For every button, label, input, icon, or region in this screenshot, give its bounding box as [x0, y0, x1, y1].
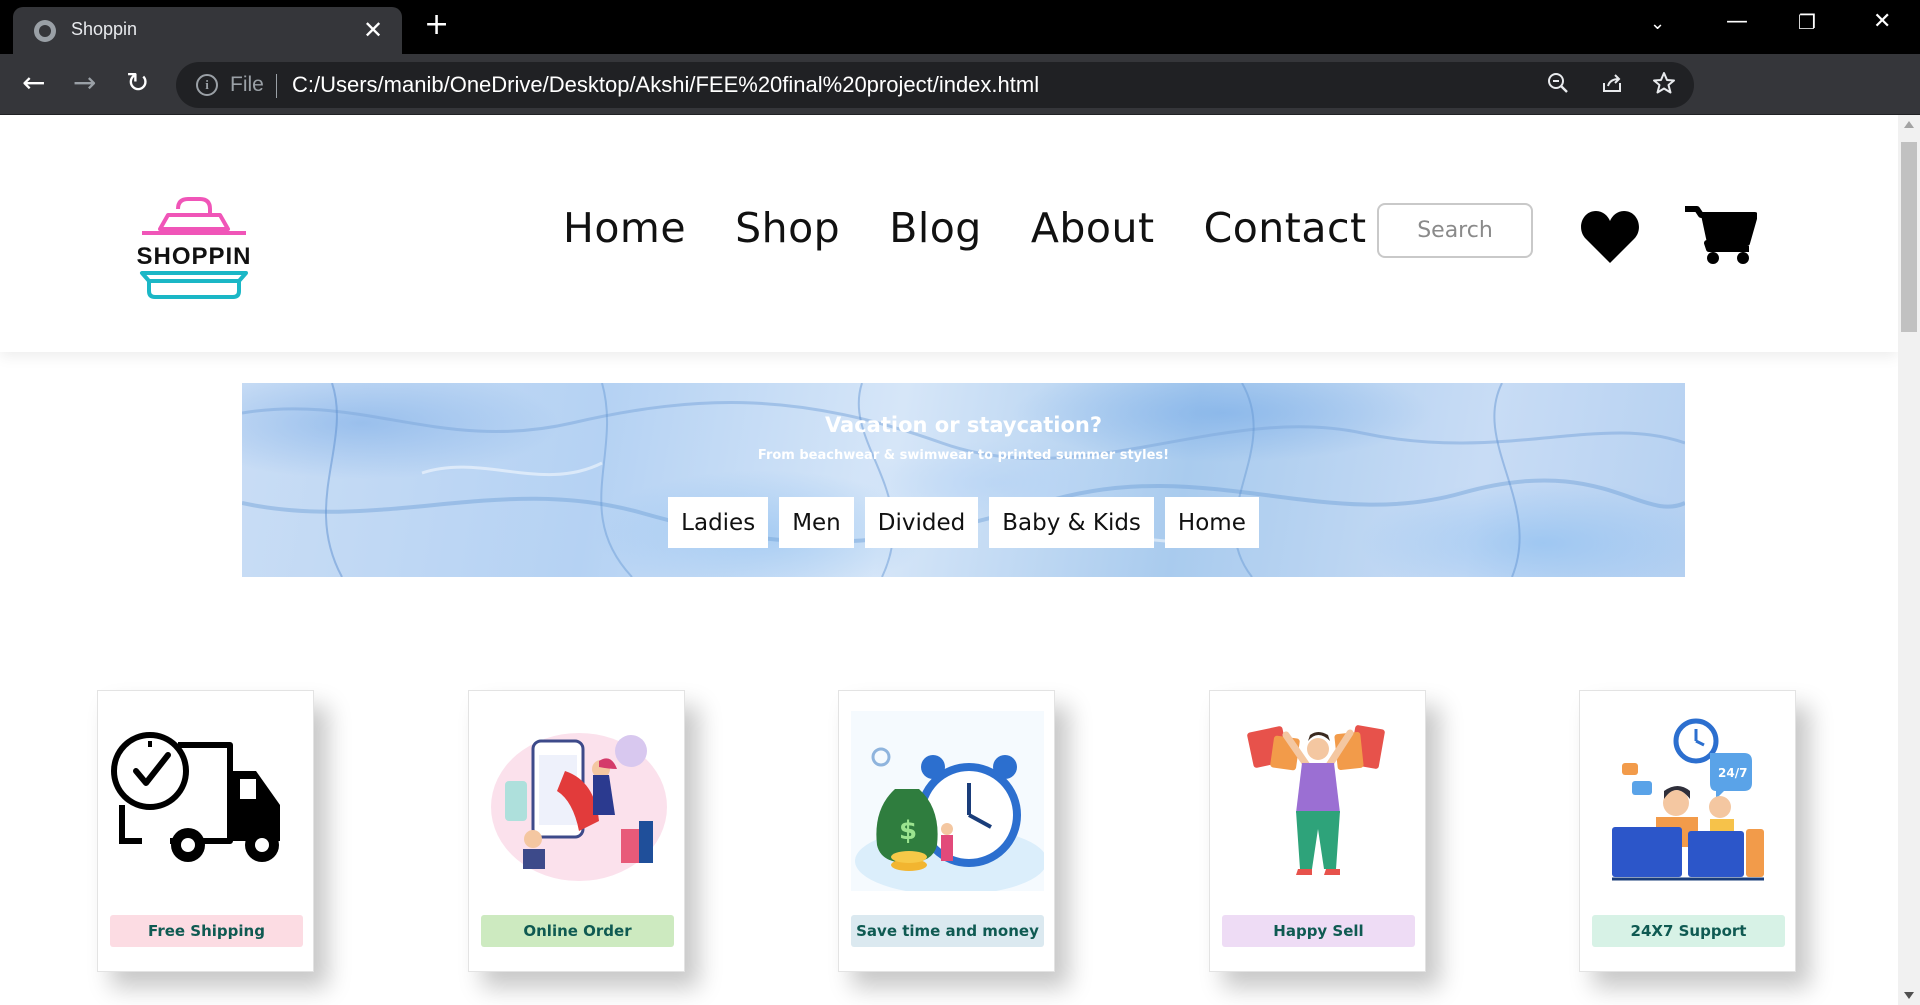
nav-home[interactable]: Home [563, 203, 686, 253]
share-icon[interactable] [1600, 71, 1624, 103]
feature-label: Online Order [481, 915, 674, 947]
scroll-up-arrow-icon[interactable] [1904, 121, 1914, 128]
logo-text: SHOPPIN [136, 243, 252, 270]
browser-tab-strip: Shoppin ✕ + ⌄ — ❐ ✕ [0, 0, 1920, 54]
online-order-illustration [491, 733, 667, 881]
restore-window-icon[interactable]: ❐ [1798, 10, 1816, 34]
save-time-money-illustration: $ [851, 711, 1044, 891]
page-scrollbar[interactable] [1898, 115, 1920, 1005]
category-divided-button[interactable]: Divided [864, 497, 979, 548]
feature-card-24x7-support[interactable]: 24/7 24X7 Support [1579, 690, 1796, 972]
site-header: SHOPPIN Home Shop Blog About Contact [0, 115, 1898, 352]
scroll-thumb[interactable] [1901, 142, 1917, 332]
new-tab-button[interactable]: + [424, 10, 449, 40]
nav-contact[interactable]: Contact [1204, 203, 1367, 253]
feature-card-online-order[interactable]: Online Order [468, 690, 685, 972]
svg-text:$: $ [899, 816, 917, 846]
category-home-button[interactable]: Home [1164, 497, 1259, 548]
zoom-icon[interactable] [1546, 71, 1570, 103]
banner-subtitle: From beachwear & swimwear to printed sum… [757, 448, 1170, 463]
scroll-down-arrow-icon[interactable] [1904, 992, 1914, 999]
globe-icon [34, 20, 56, 42]
banner-title: Vacation or staycation? [824, 413, 1103, 437]
browser-toolbar: ← → ↻ i File C:/Users/manib/OneDrive/Des… [0, 54, 1920, 153]
banner-category-buttons: Ladies Men Divided Baby & Kids Home [242, 497, 1685, 548]
address-divider [276, 74, 277, 98]
bookmark-star-icon[interactable] [1652, 71, 1676, 103]
minimize-window-icon[interactable]: — [1726, 10, 1748, 34]
search-input[interactable] [1377, 203, 1533, 258]
shoppin-logo[interactable]: SHOPPIN [128, 189, 260, 305]
feature-card-free-shipping[interactable]: Free Shipping [97, 690, 314, 972]
happy-shopper-illustration [1247, 725, 1385, 875]
feature-label: 24X7 Support [1592, 915, 1785, 947]
nav-about[interactable]: About [1031, 203, 1155, 253]
info-icon[interactable]: i [196, 74, 218, 96]
category-baby-kids-button[interactable]: Baby & Kids [989, 497, 1154, 548]
browser-tab[interactable]: Shoppin ✕ [13, 7, 402, 54]
back-arrow-icon[interactable]: ← [22, 68, 45, 98]
tab-title: Shoppin [71, 19, 138, 39]
feature-label: Save time and money [851, 915, 1044, 947]
close-tab-icon[interactable]: ✕ [363, 15, 383, 45]
svg-text:24/7: 24/7 [1718, 766, 1747, 780]
reload-icon[interactable]: ↻ [126, 68, 149, 98]
feature-label: Happy Sell [1222, 915, 1415, 947]
feature-card-save-time-money[interactable]: $ Save time and money [838, 690, 1055, 972]
support-team-illustration: 24/7 [1612, 718, 1764, 881]
address-bar[interactable]: i File C:/Users/manib/OneDrive/Desktop/A… [176, 62, 1694, 108]
category-men-button[interactable]: Men [779, 497, 854, 548]
close-window-icon[interactable]: ✕ [1873, 10, 1891, 34]
forward-arrow-icon[interactable]: → [73, 68, 96, 98]
feature-card-happy-sell[interactable]: Happy Sell [1209, 690, 1426, 972]
main-nav: Home Shop Blog About Contact [563, 203, 1367, 253]
delivery-truck-icon [111, 732, 280, 862]
heart-icon[interactable] [1580, 209, 1640, 265]
feature-label: Free Shipping [110, 915, 303, 947]
tab-search-chevron-icon[interactable]: ⌄ [1650, 12, 1665, 36]
page-viewport: SHOPPIN Home Shop Blog About Contact Sea… [0, 115, 1898, 1005]
url-scheme: File [230, 73, 264, 96]
nav-blog[interactable]: Blog [889, 203, 982, 253]
cart-icon[interactable] [1685, 203, 1757, 265]
promo-banner: Vacation or staycation? From beachwear &… [242, 383, 1685, 577]
url-text[interactable]: C:/Users/manib/OneDrive/Desktop/Akshi/FE… [292, 72, 1039, 98]
nav-shop[interactable]: Shop [735, 203, 840, 253]
category-ladies-button[interactable]: Ladies [668, 497, 769, 548]
